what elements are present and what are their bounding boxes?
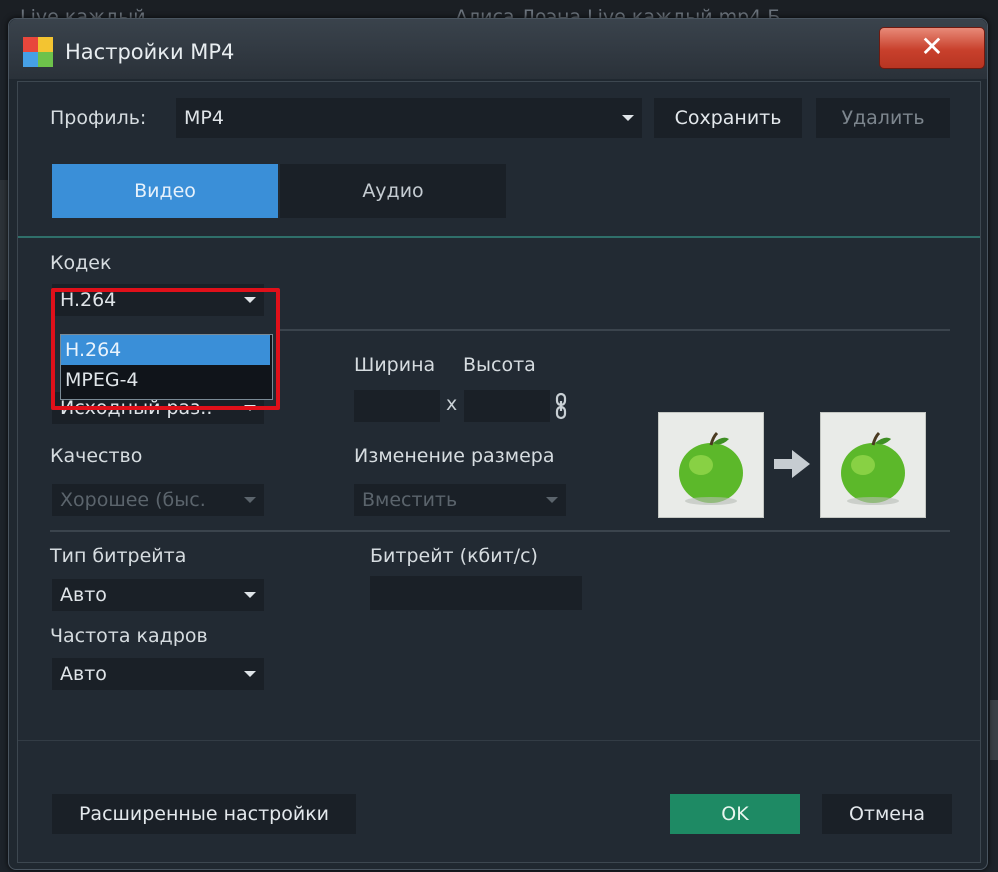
profile-label: Профиль: — [50, 107, 147, 129]
window-title: Настройки MP4 — [65, 40, 235, 64]
background-scrollbar — [990, 700, 998, 760]
chevron-down-icon — [622, 115, 634, 121]
bitrate-type-select[interactable]: Авто — [52, 579, 264, 611]
separator — [50, 530, 950, 532]
cancel-button[interactable]: Отмена — [822, 794, 952, 834]
framerate-value: Авто — [60, 663, 107, 685]
highlight-annotation-box — [51, 288, 280, 410]
chevron-down-icon — [546, 497, 558, 503]
source-preview — [658, 412, 764, 518]
codec-label: Кодек — [50, 252, 112, 274]
bitrate-input[interactable] — [370, 576, 582, 610]
size-separator-x: x — [446, 393, 458, 415]
resize-value: Вместить — [362, 489, 458, 511]
chevron-down-icon — [244, 671, 256, 677]
width-label: Ширина — [354, 354, 436, 376]
app-icon — [23, 37, 53, 67]
profile-select[interactable]: MP4 — [176, 98, 642, 138]
mp4-settings-dialog: Настройки MP4 ✕ Профиль: MP4 Сохранить У… — [8, 18, 988, 870]
chain-link-icon[interactable] — [554, 392, 568, 420]
width-input[interactable] — [354, 390, 440, 422]
title-bar[interactable]: Настройки MP4 ✕ — [9, 19, 987, 79]
bitrate-label: Битрейт (кбит/с) — [370, 545, 538, 567]
height-label: Высота — [463, 354, 536, 376]
chevron-down-icon — [244, 592, 256, 598]
height-input[interactable] — [464, 390, 550, 422]
framerate-label: Частота кадров — [50, 625, 208, 647]
footer-separator — [18, 740, 980, 741]
separator — [276, 329, 950, 331]
arrow-right-icon — [774, 450, 810, 478]
bitrate-type-value: Авто — [60, 584, 107, 606]
tab-video[interactable]: Видео — [52, 164, 278, 218]
apple-icon — [841, 431, 905, 505]
tab-underline — [18, 236, 980, 238]
resize-select[interactable]: Вместить — [354, 484, 566, 516]
chevron-down-icon — [244, 497, 256, 503]
dialog-content: Профиль: MP4 Сохранить Удалить Видео Ауд… — [17, 81, 981, 863]
tab-audio[interactable]: Аудио — [280, 164, 506, 218]
output-preview — [820, 412, 926, 518]
advanced-settings-button[interactable]: Расширенные настройки — [52, 794, 356, 834]
profile-value: MP4 — [184, 107, 224, 129]
bitrate-type-label: Тип битрейта — [50, 545, 187, 567]
framerate-select[interactable]: Авто — [52, 658, 264, 690]
quality-value: Хорошее (быс. — [60, 489, 206, 511]
close-icon: ✕ — [920, 30, 944, 63]
delete-profile-button[interactable]: Удалить — [816, 98, 950, 138]
quality-select[interactable]: Хорошее (быс. — [52, 484, 264, 516]
quality-label: Качество — [50, 445, 143, 467]
save-profile-button[interactable]: Сохранить — [654, 98, 802, 138]
apple-icon — [679, 431, 743, 505]
resize-label: Изменение размера — [354, 445, 555, 467]
close-button[interactable]: ✕ — [879, 27, 985, 69]
ok-button[interactable]: OK — [670, 794, 800, 834]
